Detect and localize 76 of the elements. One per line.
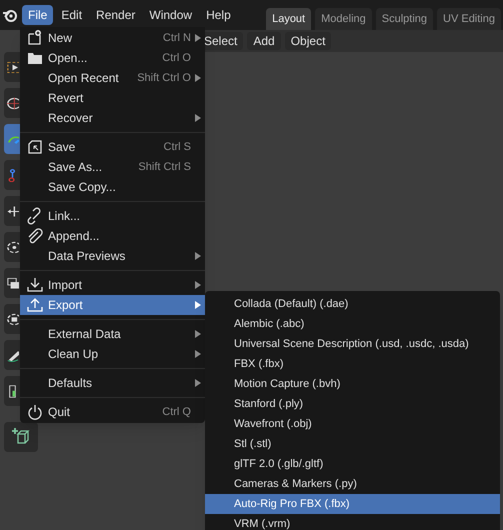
menu-label: External Data bbox=[48, 326, 121, 343]
save-icon bbox=[26, 138, 44, 156]
menu-label: Data Previews bbox=[48, 248, 126, 265]
menu-label: Defaults bbox=[48, 375, 92, 392]
rotate-tool-icon bbox=[6, 240, 19, 254]
menu-entry[interactable]: Save Ctrl S bbox=[20, 137, 205, 157]
app-logo-icon[interactable] bbox=[2, 7, 18, 23]
menu-label: Save Copy... bbox=[48, 179, 116, 196]
shortcut-text: Ctrl N bbox=[162, 30, 191, 46]
menu-label: Open... bbox=[48, 50, 88, 67]
workspace-tab[interactable]: UV Editing bbox=[437, 8, 501, 30]
menu-entry[interactable]: Open Recent Shift Ctrl O bbox=[20, 68, 205, 88]
export-format-entry[interactable]: Stanford (.ply) bbox=[205, 394, 500, 414]
export-format-entry[interactable]: Wavefront (.obj) bbox=[205, 414, 500, 434]
export-format-entry[interactable]: Collada (Default) (.dae) bbox=[205, 294, 500, 314]
tool-button[interactable] bbox=[4, 422, 38, 452]
export-format-entry[interactable]: Motion Capture (.bvh) bbox=[205, 374, 500, 394]
export-format-entry[interactable]: Cameras & Markers (.py) bbox=[205, 474, 500, 494]
paperclip-icon bbox=[26, 227, 44, 245]
menu-entry[interactable]: Save As... Shift Ctrl S bbox=[20, 157, 205, 177]
header-menu-button[interactable]: Add bbox=[247, 32, 281, 50]
transform-tool-icon bbox=[6, 312, 19, 326]
shortcut-text: Shift Ctrl O bbox=[137, 70, 191, 86]
menu-entry[interactable]: Revert bbox=[20, 88, 205, 108]
export-format-entry[interactable]: VRM (.vrm) bbox=[205, 514, 500, 530]
menu-entry[interactable]: Quit Ctrl Q bbox=[20, 402, 205, 422]
export-format-entry[interactable]: Stl (.stl) bbox=[205, 434, 500, 454]
menu-item[interactable]: Render bbox=[90, 5, 142, 25]
workspace-tab[interactable]: Modeling bbox=[315, 8, 372, 30]
menu-label: Save bbox=[48, 139, 76, 156]
export-format-entry[interactable]: glTF 2.0 (.glb/.gltf) bbox=[205, 454, 500, 474]
workspace-tab[interactable]: Sculpting bbox=[376, 8, 434, 30]
menu-label: Quit bbox=[48, 404, 70, 421]
menu-entry[interactable]: Defaults bbox=[20, 373, 205, 393]
menu-label: Clean Up bbox=[48, 346, 98, 363]
menu-label: Recover bbox=[48, 110, 93, 127]
export-icon bbox=[26, 296, 44, 314]
menu-item[interactable]: Window bbox=[143, 5, 198, 25]
scale-tool-icon bbox=[6, 276, 19, 290]
menu-label: Append... bbox=[48, 228, 100, 245]
menu-entry[interactable]: Open... Ctrl O bbox=[20, 48, 205, 68]
menu-label: Link... bbox=[48, 208, 80, 225]
export-format-entry[interactable]: Universal Scene Description (.usd, .usdc, .usda) bbox=[205, 334, 500, 354]
menu-label: Revert bbox=[48, 90, 84, 107]
menu-label: New bbox=[48, 30, 72, 47]
menu-label: Open Recent bbox=[48, 70, 119, 87]
menu-entry[interactable]: Import bbox=[20, 275, 205, 295]
cursor-tool-icon bbox=[6, 96, 19, 110]
header-menu-button[interactable]: Object bbox=[284, 32, 332, 50]
shortcut-text: Shift Ctrl S bbox=[138, 160, 191, 175]
import-icon bbox=[26, 276, 44, 294]
move-tool-icon bbox=[6, 204, 19, 218]
power-icon bbox=[26, 403, 44, 421]
shortcut-text: Ctrl O bbox=[162, 50, 191, 66]
menu-item[interactable]: Edit bbox=[55, 5, 88, 25]
menu-item[interactable]: File bbox=[22, 5, 54, 25]
export-format-entry[interactable]: Auto-Rig Pro FBX (.fbx) bbox=[205, 494, 500, 514]
menu-label: Import bbox=[48, 277, 82, 294]
menu-item[interactable]: Help bbox=[200, 5, 237, 25]
menu-entry[interactable]: Clean Up bbox=[20, 344, 205, 364]
export-format-entry[interactable]: Alembic (.abc) bbox=[205, 314, 500, 334]
menu-entry[interactable]: Link... bbox=[20, 206, 205, 226]
pencil-tool-icon bbox=[6, 348, 19, 362]
workspace-tab[interactable]: Layout bbox=[266, 8, 312, 30]
menu-entry[interactable]: Recover bbox=[20, 108, 205, 128]
export-format-entry[interactable]: FBX (.fbx) bbox=[205, 354, 500, 374]
menu-entry[interactable]: Save Copy... bbox=[20, 177, 205, 197]
shortcut-text: Ctrl S bbox=[164, 140, 191, 155]
menu-label: Export bbox=[48, 297, 83, 314]
menu-entry[interactable]: Export bbox=[20, 295, 205, 315]
menu-entry[interactable]: External Data bbox=[20, 324, 205, 344]
select-tool-icon bbox=[6, 60, 19, 74]
menu-entry[interactable]: Append... bbox=[20, 226, 205, 246]
shortcut-text: Ctrl Q bbox=[162, 404, 191, 420]
menu-entry[interactable]: Data Previews bbox=[20, 246, 205, 266]
menu-label: Save As... bbox=[48, 159, 102, 176]
